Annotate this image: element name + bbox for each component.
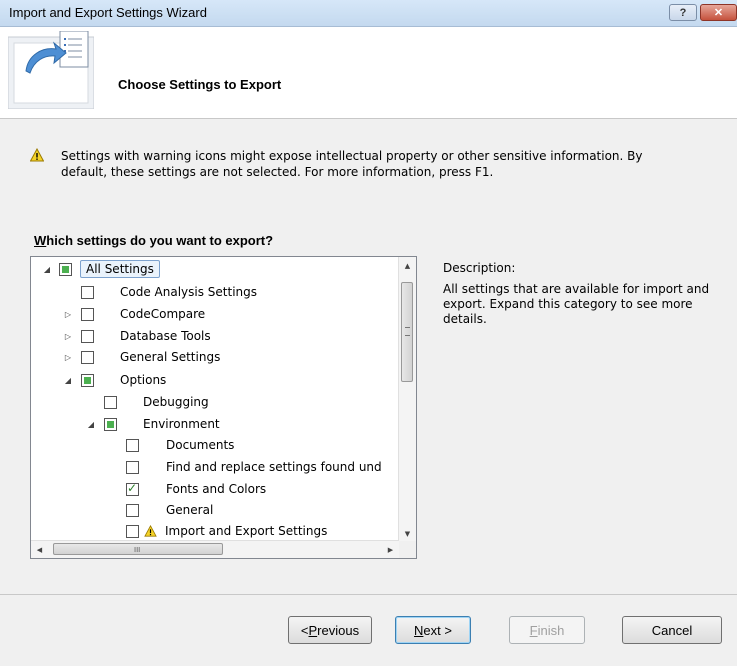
- tree-item-general[interactable]: General: [126, 500, 213, 520]
- tree-item-label: Find and replace settings found und: [166, 460, 382, 474]
- mnemonic-w: W: [34, 233, 47, 248]
- scroll-up-icon[interactable]: ▲: [399, 257, 416, 274]
- scroll-down-icon[interactable]: ▼: [399, 525, 416, 542]
- tree-item-label: Database Tools: [120, 329, 211, 343]
- tree-item-documents[interactable]: Documents: [126, 435, 234, 455]
- general-settings-checkbox[interactable]: [81, 350, 94, 364]
- tree-item-database-tools[interactable]: ▷ Database Tools: [62, 326, 211, 346]
- tree-item-code-analysis[interactable]: Code Analysis Settings: [81, 282, 257, 302]
- collapsed-arrow-icon[interactable]: ▷: [62, 351, 74, 363]
- description-text: All settings that are available for impo…: [443, 282, 710, 326]
- tree-item-options[interactable]: ◢ Options: [62, 370, 166, 390]
- close-button[interactable]: ✕: [700, 4, 737, 21]
- wizard-window: Import and Export Settings Wizard ? ✕ Ch…: [0, 0, 737, 666]
- expanded-arrow-icon[interactable]: ◢: [41, 263, 53, 275]
- code-analysis-checkbox[interactable]: [81, 285, 94, 299]
- scroll-corner: [399, 541, 416, 558]
- tree-item-label: Code Analysis Settings: [120, 285, 258, 299]
- previous-before: <: [300, 622, 309, 638]
- options-checkbox[interactable]: [81, 373, 94, 387]
- cancel-button[interactable]: Cancel: [622, 616, 722, 644]
- debugging-checkbox[interactable]: [104, 395, 117, 409]
- grip-icon: [405, 327, 410, 336]
- fonts-colors-checkbox[interactable]: [126, 481, 139, 496]
- collapsed-arrow-icon[interactable]: ▷: [62, 308, 74, 320]
- scroll-right-icon[interactable]: ▶: [382, 541, 399, 558]
- warning-icon: [144, 525, 157, 537]
- title-bar: Import and Export Settings Wizard ? ✕: [0, 0, 737, 27]
- vertical-scroll-thumb[interactable]: [401, 282, 413, 382]
- tree-item-import-export[interactable]: Import and Export Settings: [126, 521, 327, 541]
- tree-item-label: Environment: [143, 417, 220, 431]
- tree-item-debugging[interactable]: Debugging: [104, 392, 209, 412]
- tree-item-label: Fonts and Colors: [166, 482, 267, 496]
- collapsed-arrow-icon[interactable]: ▷: [62, 330, 74, 342]
- finish-button[interactable]: Finish: [509, 616, 585, 644]
- general-checkbox[interactable]: [126, 503, 139, 517]
- tree-item-label: General Settings: [120, 350, 221, 364]
- previous-button[interactable]: < Previous: [288, 616, 372, 644]
- previous-after: revious: [317, 622, 360, 638]
- codecompare-checkbox[interactable]: [81, 307, 94, 321]
- wizard-header: Choose Settings to Export: [0, 27, 737, 119]
- expanded-arrow-icon[interactable]: ◢: [62, 374, 74, 386]
- warning-icon: [30, 148, 44, 162]
- database-tools-checkbox[interactable]: [81, 329, 94, 343]
- tree-item-label: Import and Export Settings: [165, 524, 328, 538]
- next-button[interactable]: Next >: [395, 616, 471, 644]
- expanded-arrow-icon[interactable]: ◢: [85, 418, 97, 430]
- window-title: Import and Export Settings Wizard: [9, 5, 207, 20]
- vertical-scrollbar[interactable]: ▲ ▼: [398, 257, 416, 542]
- settings-tree[interactable]: ◢ All Settings Code Analysis Settings ▷ …: [30, 256, 417, 559]
- mnemonic-p: P: [308, 622, 318, 638]
- tree-item-label: CodeCompare: [120, 307, 206, 321]
- finish-after: inish: [537, 622, 565, 638]
- mnemonic-n: N: [414, 622, 424, 638]
- scroll-left-icon[interactable]: ◀: [31, 541, 48, 558]
- all-settings-checkbox[interactable]: [59, 262, 72, 276]
- tree-item-fonts-colors[interactable]: Fonts and Colors: [126, 479, 266, 499]
- documents-checkbox[interactable]: [126, 438, 139, 452]
- warning-message: Settings with warning icons might expose…: [61, 149, 643, 179]
- description-label: Description:: [443, 261, 516, 275]
- next-after: ext >: [423, 622, 452, 638]
- tree-item-find-replace[interactable]: Find and replace settings found und: [126, 457, 382, 477]
- grip-icon: III: [134, 546, 141, 554]
- horizontal-scroll-thumb[interactable]: III: [53, 543, 223, 555]
- tree-item-all-settings[interactable]: ◢ All Settings: [41, 259, 160, 279]
- settings-export-icon: [8, 31, 94, 109]
- mnemonic-f: F: [529, 622, 538, 638]
- tree-item-codecompare[interactable]: ▷ CodeCompare: [62, 304, 205, 324]
- settings-question-label: Which settings do you want to export?: [34, 233, 273, 248]
- tree-item-label: General: [166, 503, 214, 517]
- tree-item-label: Debugging: [143, 395, 209, 409]
- help-button[interactable]: ?: [669, 4, 697, 21]
- page-title: Choose Settings to Export: [118, 77, 282, 92]
- tree-item-environment[interactable]: ◢ Environment: [85, 414, 220, 434]
- question-rest: hich settings do you want to export?: [46, 233, 274, 248]
- import-export-checkbox[interactable]: [126, 524, 139, 538]
- tree-item-label: Documents: [166, 438, 235, 452]
- environment-checkbox[interactable]: [104, 417, 117, 431]
- find-replace-checkbox[interactable]: [126, 460, 139, 474]
- horizontal-scrollbar[interactable]: ◀ III ▶: [31, 540, 399, 558]
- tree-item-label: Options: [120, 373, 167, 387]
- tree-item-general-settings[interactable]: ▷ General Settings: [62, 347, 220, 367]
- tree-item-label: All Settings: [80, 260, 160, 278]
